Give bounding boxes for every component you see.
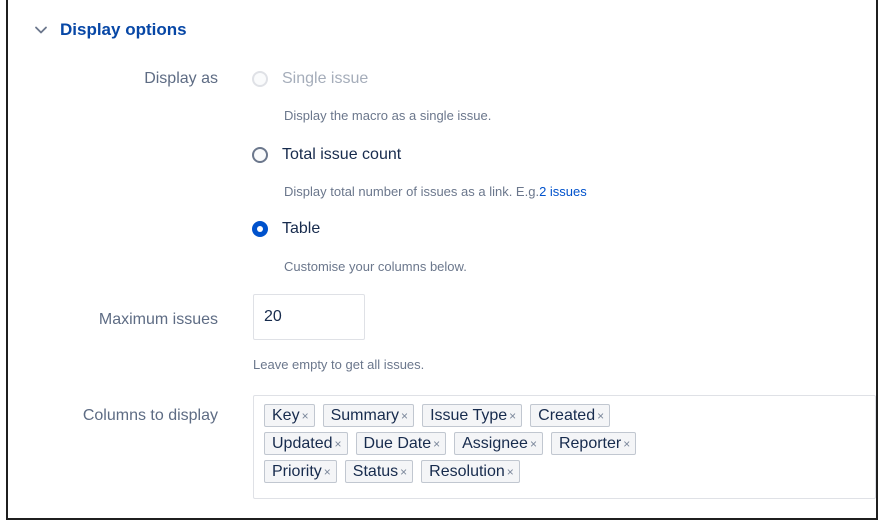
tag-line: Priority × Status × Resolution × <box>264 460 865 483</box>
radio-total-issue-count[interactable]: Total issue count <box>252 146 401 164</box>
column-tag-label: Assignee <box>462 434 528 452</box>
remove-column-icon[interactable]: × <box>324 465 331 479</box>
column-tag-label: Updated <box>272 434 333 452</box>
remove-column-icon[interactable]: × <box>507 465 514 479</box>
chevron-down-icon <box>35 26 47 34</box>
column-tag: Issue Type × <box>422 404 523 427</box>
column-tag: Status × <box>344 460 414 483</box>
column-tag: Created × <box>530 404 611 427</box>
example-issues-link[interactable]: 2 issues <box>539 184 587 199</box>
remove-column-icon[interactable]: × <box>597 409 604 423</box>
column-tag-label: Reporter <box>558 434 622 452</box>
radio-total-issue-count-label: Total issue count <box>282 146 402 163</box>
column-tag-label: Issue Type <box>430 406 508 424</box>
maximum-issues-input[interactable] <box>253 294 365 340</box>
radio-table-label: Table <box>282 220 321 237</box>
tag-line: Updated × Due Date × Assignee × Reporter × <box>264 432 865 455</box>
columns-multiselect[interactable]: Key × Summary × Issue Type × Created × Updat… <box>253 395 876 499</box>
radio-table[interactable]: Table <box>252 220 320 238</box>
radio-table-control[interactable] <box>252 221 268 237</box>
columns-to-display-label: Columns to display <box>82 407 218 424</box>
total-issue-count-help: Display total number of issues as a link… <box>284 184 587 199</box>
maximum-issues-help: Leave empty to get all issues. <box>253 357 425 372</box>
column-tag: Key × <box>264 404 315 427</box>
column-tag: Reporter × <box>550 432 637 455</box>
remove-column-icon[interactable]: × <box>509 409 516 423</box>
radio-single-issue[interactable]: Single issue <box>252 70 368 88</box>
radio-single-issue-label: Single issue <box>282 70 369 87</box>
column-tag-label: Created <box>538 406 596 424</box>
column-tag: Updated × <box>264 432 348 455</box>
total-issue-count-help-text: Display total number of issues as a link… <box>284 184 540 199</box>
remove-column-icon[interactable]: × <box>433 437 440 451</box>
table-help: Customise your columns below. <box>284 259 467 274</box>
remove-column-icon[interactable]: × <box>400 465 407 479</box>
column-tag: Assignee × <box>454 432 543 455</box>
remove-column-icon[interactable]: × <box>401 409 408 423</box>
column-tag-label: Summary <box>330 406 400 424</box>
radio-single-issue-control[interactable] <box>252 71 268 87</box>
tag-line: Key × Summary × Issue Type × Created × <box>264 404 865 427</box>
remove-column-icon[interactable]: × <box>335 437 342 451</box>
remove-column-icon[interactable]: × <box>530 437 537 451</box>
radio-total-issue-count-control[interactable] <box>252 147 268 163</box>
display-as-label: Display as <box>144 70 218 87</box>
remove-column-icon[interactable]: × <box>623 437 630 451</box>
column-tag-label: Resolution <box>429 462 505 480</box>
column-tag: Summary × <box>322 404 415 427</box>
display-options-toggle[interactable]: Display options <box>32 20 187 40</box>
maximum-issues-label: Maximum issues <box>98 311 218 328</box>
display-options-panel: Display options Display as Single issue … <box>6 0 878 520</box>
column-tag: Due Date × <box>355 432 447 455</box>
column-tag: Resolution × <box>421 460 520 483</box>
column-tag-label: Key <box>272 406 300 424</box>
section-title: Display options <box>60 20 187 39</box>
column-tag-label: Priority <box>272 462 322 480</box>
single-issue-help: Display the macro as a single issue. <box>284 108 492 123</box>
remove-column-icon[interactable]: × <box>302 409 309 423</box>
column-tag-label: Due Date <box>363 434 432 452</box>
column-tag-label: Status <box>352 462 399 480</box>
column-tag: Priority × <box>264 460 337 483</box>
